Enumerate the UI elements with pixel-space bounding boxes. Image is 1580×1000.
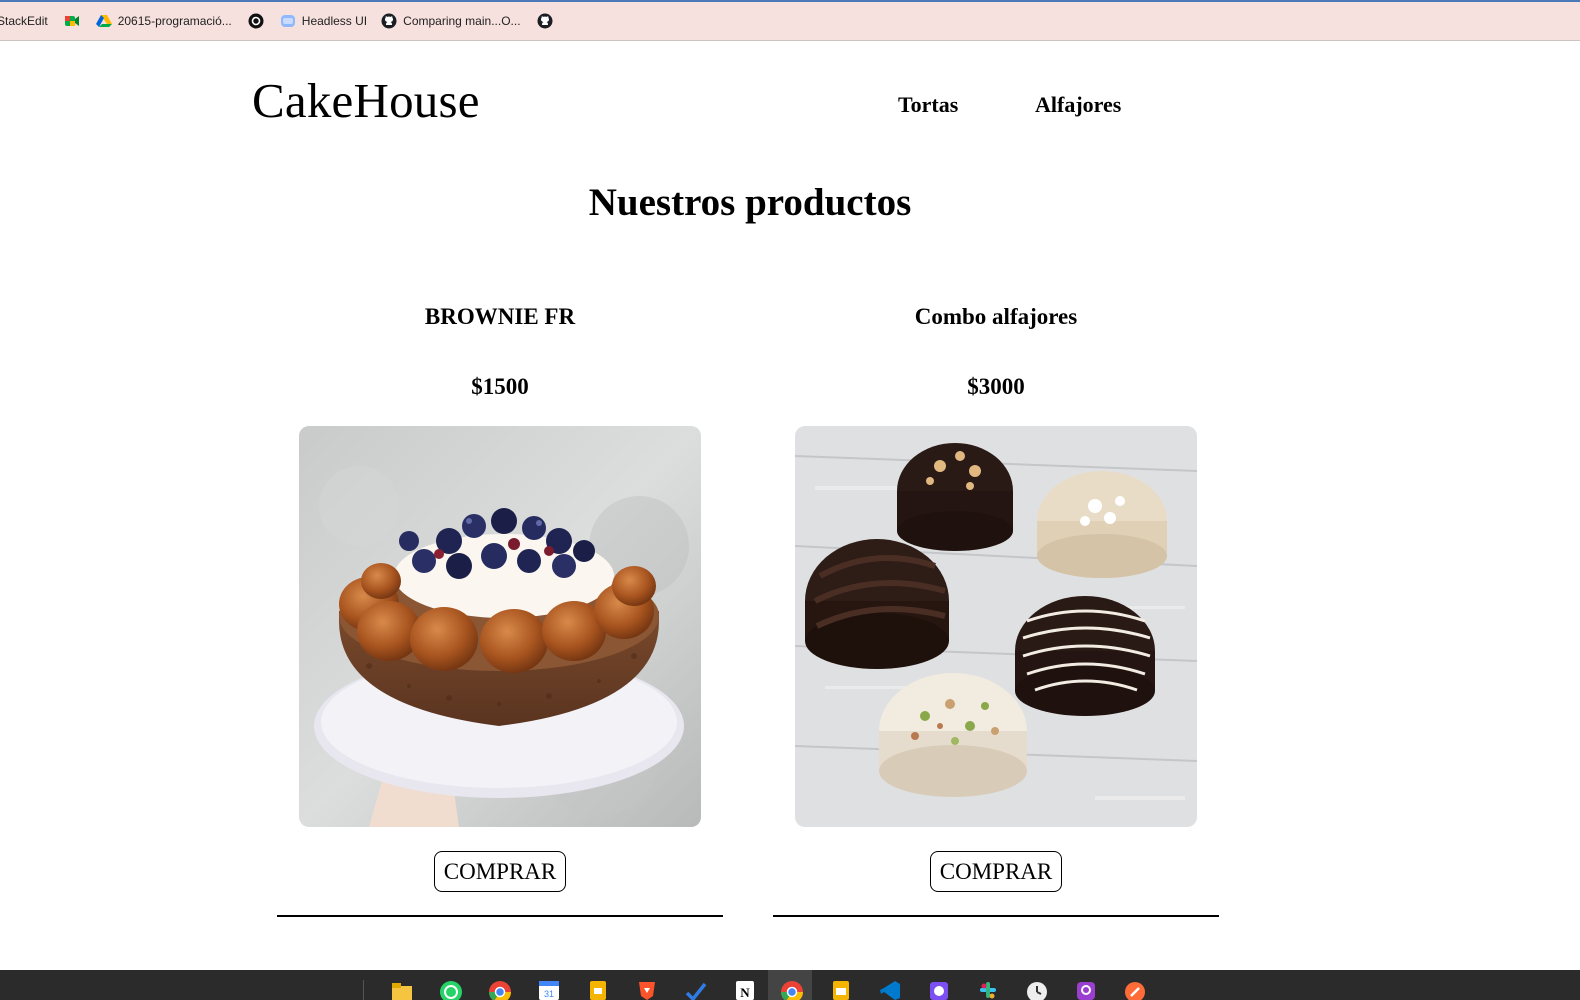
taskbar: 31 N — [0, 970, 1580, 1000]
svg-text:N: N — [740, 985, 750, 1000]
github-icon — [537, 13, 553, 29]
bookmark-drive[interactable]: 20615-programació... — [89, 9, 239, 33]
brave-icon[interactable] — [635, 978, 659, 1000]
product-price: $3000 — [967, 374, 1025, 399]
nav-link-tortas[interactable]: Tortas — [898, 92, 958, 118]
github-desktop-icon[interactable] — [927, 978, 951, 1000]
drive-icon[interactable] — [586, 978, 610, 1000]
brownie-cake-photo — [299, 426, 701, 827]
product-name: BROWNIE FR — [424, 304, 576, 329]
bookmark-google-meet[interactable] — [55, 9, 89, 33]
product-price: $1500 — [471, 374, 529, 399]
bookmark-stackedit[interactable]: StackEdit — [0, 9, 55, 33]
calendar-icon[interactable]: 31 — [537, 978, 561, 1000]
divider — [773, 915, 1219, 917]
slack-icon[interactable] — [976, 978, 1000, 1000]
slides-icon[interactable] — [829, 978, 853, 1000]
page-title: Nuestros productos — [588, 181, 912, 224]
bookmark-label: StackEdit — [0, 14, 48, 28]
headless-ui-icon — [280, 13, 296, 29]
buy-button[interactable]: COMPRAR — [434, 851, 566, 892]
bookmark-label: Comparing main...O... — [403, 14, 521, 28]
bookmark-label: Headless UI — [301, 14, 368, 28]
podcast-icon[interactable] — [1074, 978, 1098, 1000]
notion-icon[interactable]: N — [733, 978, 757, 1000]
vscode-icon[interactable] — [878, 978, 902, 1000]
alfajores-photo — [795, 426, 1197, 827]
chrome-icon[interactable] — [488, 978, 512, 1000]
buy-button[interactable]: COMPRAR — [930, 851, 1062, 892]
bookmark-label: 20615-programació... — [117, 14, 232, 28]
google-drive-icon — [95, 13, 112, 29]
chrome-active-icon[interactable] — [780, 978, 804, 1000]
clock-icon[interactable] — [1025, 978, 1049, 1000]
product-card: Combo alfajores $3000 COMPRAR — [773, 300, 1219, 920]
threads-icon — [248, 13, 264, 29]
github-icon — [381, 13, 397, 29]
svg-text:31: 31 — [544, 989, 554, 999]
product-card: BROWNIE FR $1500 COMPRAR — [277, 300, 723, 920]
google-meet-icon — [64, 13, 80, 29]
main-nav: Tortas Alfajores — [0, 92, 1580, 122]
bookmark-github[interactable] — [528, 9, 562, 33]
bookmark-threads[interactable] — [239, 9, 273, 33]
whatsapp-icon[interactable] — [439, 978, 463, 1000]
product-name: Combo alfajores — [914, 304, 1078, 329]
file-explorer-icon[interactable] — [390, 978, 414, 1000]
divider — [277, 915, 723, 917]
bookmark-headless-ui[interactable]: Headless UI — [273, 9, 374, 33]
vscode-check-icon[interactable] — [684, 978, 708, 1000]
taskbar-separator — [363, 980, 364, 1000]
bookmarks-bar: StackEdit 20615-programació... Headless … — [0, 0, 1580, 41]
nav-link-alfajores[interactable]: Alfajores — [1035, 92, 1121, 118]
bookmark-github-compare[interactable]: Comparing main...O... — [374, 9, 527, 33]
postman-icon[interactable] — [1123, 978, 1147, 1000]
